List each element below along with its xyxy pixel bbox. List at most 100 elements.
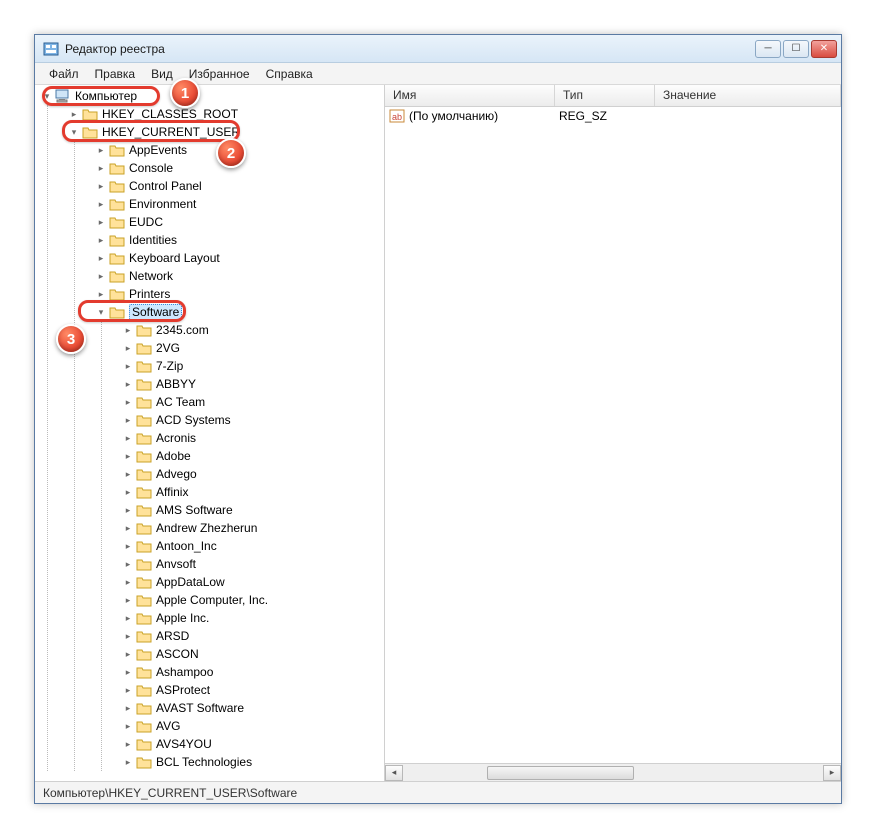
- expand-icon[interactable]: ▸: [122, 666, 134, 678]
- tree-item[interactable]: ▸AppDataLow: [120, 573, 384, 591]
- tree-item[interactable]: ▸Advego: [120, 465, 384, 483]
- expand-icon[interactable]: ▸: [122, 468, 134, 480]
- tree-item[interactable]: ▸AVG: [120, 717, 384, 735]
- expand-icon[interactable]: ▸: [122, 720, 134, 732]
- tree-item[interactable]: ▸7-Zip: [120, 357, 384, 375]
- tree-item[interactable]: ▸Network: [93, 267, 384, 285]
- expand-icon[interactable]: ▸: [95, 252, 107, 264]
- tree-label: Software: [129, 304, 182, 320]
- tree-item[interactable]: ▸Identities: [93, 231, 384, 249]
- tree-pane[interactable]: ▾ Компьютер ▸ HKEY_CLASSES_ROOT: [35, 85, 385, 781]
- expand-icon[interactable]: ▸: [122, 540, 134, 552]
- tree-item[interactable]: ▸Antoon_Inc: [120, 537, 384, 555]
- tree-item[interactable]: ▸Acronis: [120, 429, 384, 447]
- collapse-icon[interactable]: ▾: [68, 126, 80, 138]
- tree-item[interactable]: ▸EUDC: [93, 213, 384, 231]
- tree-item[interactable]: ▸Adobe: [120, 447, 384, 465]
- maximize-button[interactable]: ☐: [783, 40, 809, 58]
- column-name[interactable]: Имя: [385, 85, 555, 106]
- expand-icon[interactable]: ▸: [122, 630, 134, 642]
- tree-item[interactable]: ▸Apple Inc.: [120, 609, 384, 627]
- expand-icon[interactable]: ▸: [122, 612, 134, 624]
- expand-icon[interactable]: ▸: [95, 288, 107, 300]
- list-row[interactable]: ab(По умолчанию)REG_SZ: [385, 107, 841, 125]
- tree-item[interactable]: ▸ASProtect: [120, 681, 384, 699]
- tree-item[interactable]: ▸ABBYY: [120, 375, 384, 393]
- expand-icon[interactable]: ▸: [122, 684, 134, 696]
- expand-icon[interactable]: ▸: [122, 504, 134, 516]
- svg-text:ab: ab: [392, 112, 402, 122]
- tree-item[interactable]: ▸AVAST Software: [120, 699, 384, 717]
- expand-icon[interactable]: ▸: [95, 216, 107, 228]
- expand-icon[interactable]: ▸: [122, 450, 134, 462]
- tree-item[interactable]: ▸ACD Systems: [120, 411, 384, 429]
- tree-item[interactable]: ▸Apple Computer, Inc.: [120, 591, 384, 609]
- expand-icon[interactable]: ▸: [95, 234, 107, 246]
- expand-icon[interactable]: ▸: [122, 378, 134, 390]
- expand-icon[interactable]: ▸: [122, 594, 134, 606]
- scroll-right-button[interactable]: ▸: [823, 765, 841, 781]
- expand-icon[interactable]: ▸: [95, 180, 107, 192]
- column-type[interactable]: Тип: [555, 85, 655, 106]
- minimize-button[interactable]: ─: [755, 40, 781, 58]
- menu-edit[interactable]: Правка: [87, 67, 144, 81]
- tree-item[interactable]: ▸AppEvents: [93, 141, 384, 159]
- expand-icon[interactable]: ▸: [122, 432, 134, 444]
- expand-icon[interactable]: ▸: [122, 576, 134, 588]
- tree-item[interactable]: ▸2VG: [120, 339, 384, 357]
- expand-icon[interactable]: ▸: [122, 414, 134, 426]
- expand-icon[interactable]: ▸: [122, 558, 134, 570]
- scroll-thumb[interactable]: [487, 766, 634, 780]
- expand-icon[interactable]: ▸: [95, 162, 107, 174]
- menu-view[interactable]: Вид: [143, 67, 181, 81]
- list-body[interactable]: ab(По умолчанию)REG_SZ: [385, 107, 841, 763]
- expand-icon[interactable]: ▸: [95, 144, 107, 156]
- expand-icon[interactable]: ▸: [122, 522, 134, 534]
- tree-item[interactable]: ▸Keyboard Layout: [93, 249, 384, 267]
- folder-icon: [109, 179, 125, 193]
- expand-icon[interactable]: ▸: [122, 360, 134, 372]
- tree-root-computer[interactable]: ▾ Компьютер: [39, 87, 384, 105]
- expand-icon[interactable]: ▸: [68, 108, 80, 120]
- tree-item[interactable]: ▸ASCON: [120, 645, 384, 663]
- tree-item[interactable]: ▸Console: [93, 159, 384, 177]
- expand-icon[interactable]: ▸: [122, 648, 134, 660]
- horizontal-scrollbar[interactable]: ◂ ▸: [385, 763, 841, 781]
- expand-icon[interactable]: ▸: [122, 702, 134, 714]
- tree-item[interactable]: ▸Andrew Zhezherun: [120, 519, 384, 537]
- tree-item[interactable]: ▸Control Panel: [93, 177, 384, 195]
- column-data[interactable]: Значение: [655, 85, 841, 106]
- menu-help[interactable]: Справка: [258, 67, 321, 81]
- expand-icon[interactable]: ▸: [95, 270, 107, 282]
- tree-item[interactable]: ▸Ashampoo: [120, 663, 384, 681]
- tree-item[interactable]: ▸AVS4YOU: [120, 735, 384, 753]
- expand-icon[interactable]: ▸: [122, 756, 134, 768]
- menu-file[interactable]: Файл: [41, 67, 87, 81]
- tree-software[interactable]: ▾ Software: [93, 303, 384, 321]
- tree-item[interactable]: ▸AC Team: [120, 393, 384, 411]
- close-button[interactable]: ✕: [811, 40, 837, 58]
- tree-item[interactable]: ▸Printers: [93, 285, 384, 303]
- expand-icon[interactable]: ▸: [122, 396, 134, 408]
- tree-item[interactable]: ▸Anvsoft: [120, 555, 384, 573]
- tree-item[interactable]: ▸ARSD: [120, 627, 384, 645]
- collapse-icon[interactable]: ▾: [95, 306, 107, 318]
- tree-item[interactable]: ▸2345.com: [120, 321, 384, 339]
- titlebar[interactable]: Редактор реестра ─ ☐ ✕: [35, 35, 841, 63]
- scroll-track[interactable]: [403, 765, 823, 781]
- tree-item[interactable]: ▸BCL Technologies: [120, 753, 384, 771]
- expand-icon[interactable]: ▸: [122, 342, 134, 354]
- expand-icon[interactable]: ▸: [122, 486, 134, 498]
- expand-icon[interactable]: ▸: [122, 324, 134, 336]
- collapse-icon[interactable]: ▾: [41, 90, 53, 102]
- tree-item[interactable]: ▸Environment: [93, 195, 384, 213]
- menu-favorites[interactable]: Избранное: [181, 67, 258, 81]
- scroll-left-button[interactable]: ◂: [385, 765, 403, 781]
- list-header[interactable]: Имя Тип Значение: [385, 85, 841, 107]
- tree-hkcr[interactable]: ▸ HKEY_CLASSES_ROOT: [66, 105, 384, 123]
- expand-icon[interactable]: ▸: [122, 738, 134, 750]
- expand-icon[interactable]: ▸: [95, 198, 107, 210]
- tree-item[interactable]: ▸Affinix: [120, 483, 384, 501]
- tree-item[interactable]: ▸AMS Software: [120, 501, 384, 519]
- tree-hkcu[interactable]: ▾ HKEY_CURRENT_USER: [66, 123, 384, 141]
